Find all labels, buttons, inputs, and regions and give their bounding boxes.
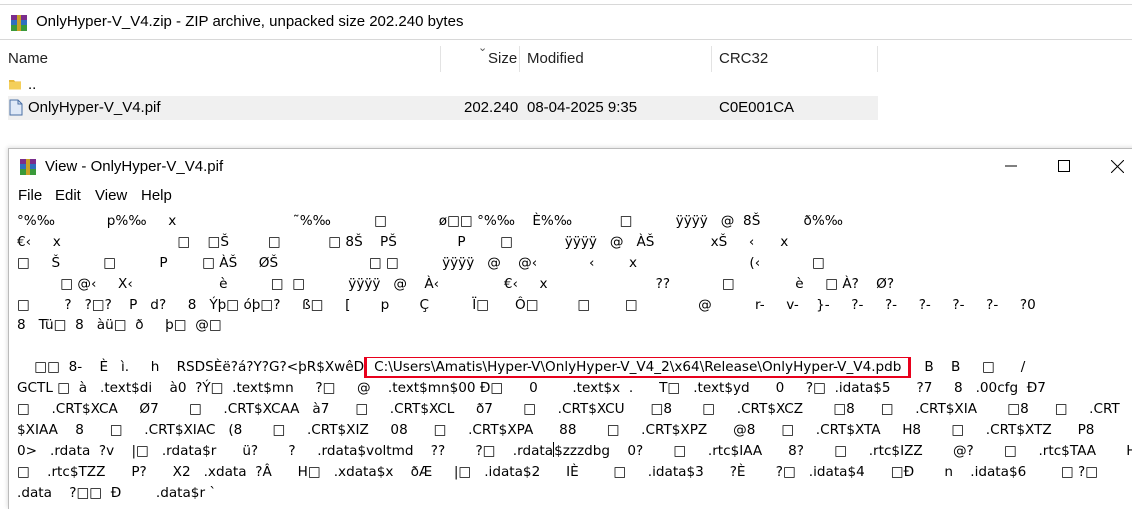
content-line: 0> .rdata ?v |□ .rdata$r ü? ? .rdata$vol…	[17, 441, 1132, 462]
close-button[interactable]	[1091, 149, 1132, 183]
content-text: □□ 8- È ì. h RSDSÈë?á?Y?G?<þR$XwêD	[17, 359, 365, 376]
file-name: OnlyHyper-V_V4.pif	[28, 99, 161, 116]
content-line: €‹ x □ □Š □ □ 8Š PŠ P □ ÿÿÿÿ @ ÀŠ xŠ ‹ x	[17, 233, 789, 250]
viewer-title: View - OnlyHyper-V_V4.pif	[45, 158, 224, 175]
maximize-button[interactable]	[1038, 149, 1090, 183]
archive-path-bar[interactable]: OnlyHyper-V_V4.zip - ZIP archive, unpack…	[0, 4, 1132, 40]
menu-file[interactable]: File	[18, 187, 42, 204]
content-line: □ ? ?□? P d? 8 Ýþ□ óþ□? ß□ [ p Ç Ï□ Ô□ □…	[17, 296, 1036, 313]
minimize-button[interactable]	[985, 149, 1037, 183]
file-size: 202.240	[464, 99, 519, 116]
column-divider[interactable]	[440, 46, 441, 72]
content-text: 0> .rdata ?v |□ .rdata$r ü? ? .rdata$vol…	[17, 442, 554, 459]
column-divider[interactable]	[711, 46, 712, 72]
close-icon	[1110, 159, 1124, 173]
maximize-icon	[1058, 160, 1070, 172]
menu-edit[interactable]: Edit	[55, 187, 81, 204]
winrar-archive-icon	[19, 158, 37, 181]
content-line: □ .rtc$TZZ P? X2 .xdata ?Â H□ .xdata$x ð…	[17, 463, 1099, 480]
content-line: □ Š □ P □ ÀŠ ØŠ □ □ ÿÿÿÿ @ @‹ ‹ x (‹ □	[17, 254, 825, 271]
content-line: □ .CRT$XCA Ø7 □ .CRT$XCAA à7 □ .CRT$XCL …	[17, 401, 1120, 418]
menu-help[interactable]: Help	[141, 187, 172, 204]
archive-window: OnlyHyper-V_V4.zip - ZIP archive, unpack…	[0, 0, 1132, 150]
content-line: $XIAA 8 □ .CRT$XIAC (8 □ .CRT$XIZ 08 □ .…	[17, 421, 1095, 438]
list-item-file[interactable]: OnlyHyper-V_V4.pif 202.240 08-04-2025 9:…	[0, 96, 1132, 120]
list-item-parent-folder[interactable]: ..	[0, 73, 1132, 97]
viewer-window: View - OnlyHyper-V_V4.pif File Edit View…	[8, 148, 1132, 509]
folder-icon	[8, 77, 22, 95]
pdb-path-highlight: C:\Users\Amatis\Hyper-V\OnlyHyper-V_V4_2…	[364, 357, 912, 379]
archive-title: OnlyHyper-V_V4.zip - ZIP archive, unpack…	[36, 13, 464, 30]
minimize-icon	[1005, 165, 1017, 167]
content-line: °%‰ p%‰ x ˜%‰ □ ø□□ °%‰ È%‰ □ ÿÿÿÿ @ 8Š …	[17, 213, 844, 229]
file-modified: 08-04-2025 9:35	[527, 99, 638, 116]
content-line	[17, 336, 1132, 357]
content-text: B B □ /	[911, 359, 1026, 376]
column-divider[interactable]	[519, 46, 520, 72]
winrar-archive-icon	[10, 14, 28, 37]
content-text: $zzzdbg 0? □ .rtc$IAA 8? □ .rtc$IZZ @? □…	[554, 442, 1132, 459]
menu-view[interactable]: View	[95, 187, 127, 204]
content-line: GCTL □ à .text$di à0 ?Ý□ .text$mn ?□ @ .…	[17, 380, 1046, 397]
file-content-text[interactable]: °%‰ p%‰ x ˜%‰ □ ø□□ °%‰ È%‰ □ ÿÿÿÿ @ 8Š …	[17, 211, 1132, 509]
file-crc32: C0E001CA	[719, 99, 795, 116]
content-line: .data ?□□ Ð .data$r `	[17, 484, 217, 501]
file-name: ..	[28, 76, 37, 93]
file-icon	[9, 99, 23, 120]
content-line-pdb: □□ 8- È ì. h RSDSÈë?á?Y?G?<þR$XwêD C:\Use…	[17, 357, 1132, 379]
column-divider[interactable]	[877, 46, 878, 72]
sort-caret-icon: ⌄	[478, 42, 488, 54]
content-line: □ @‹ X‹ è □ □ ÿÿÿÿ @ À‹ €‹ x ?? □ è □ À?…	[17, 275, 895, 292]
content-line: 8 Tü□ 8 àü□ ð þ□ @□	[17, 317, 222, 334]
